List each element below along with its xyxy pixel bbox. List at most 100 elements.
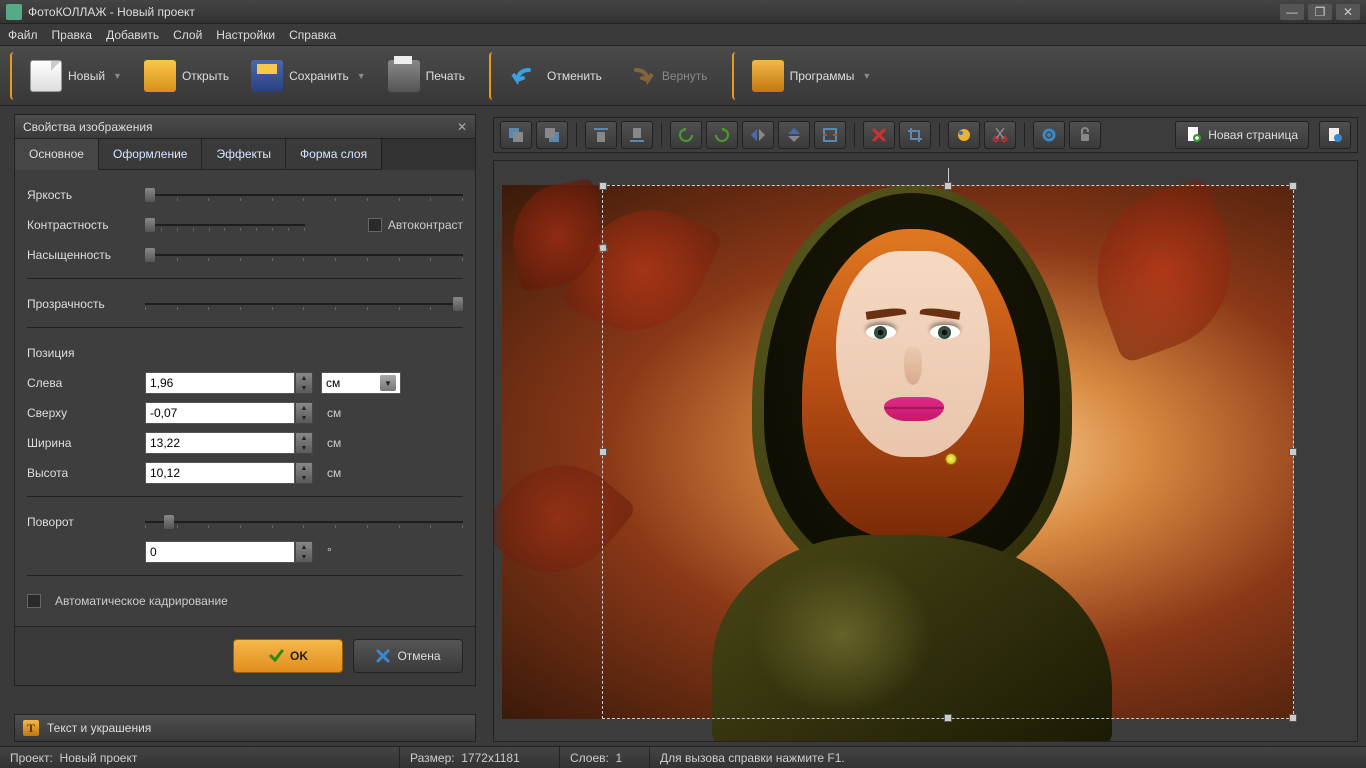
tab-design[interactable]: Оформление	[99, 139, 202, 170]
saturation-slider[interactable]	[145, 246, 463, 264]
resize-handle[interactable]	[599, 448, 607, 456]
resize-handle[interactable]	[598, 243, 607, 252]
brightness-label: Яркость	[27, 188, 137, 202]
flip-horizontal-button[interactable]	[742, 121, 774, 149]
contrast-label: Контрастность	[27, 218, 137, 232]
tab-main[interactable]: Основное	[15, 139, 99, 170]
panel-close-button[interactable]: ✕	[457, 120, 467, 134]
save-button[interactable]: Сохранить▼	[243, 56, 374, 96]
page-settings-button[interactable]	[1319, 121, 1351, 149]
folder-icon	[144, 60, 176, 92]
minimize-button[interactable]: —	[1280, 4, 1304, 20]
chevron-down-icon[interactable]: ▼	[113, 71, 122, 81]
print-icon	[388, 60, 420, 92]
delete-button[interactable]	[863, 121, 895, 149]
save-icon	[251, 60, 283, 92]
resize-handle[interactable]	[944, 714, 952, 722]
flip-vertical-button[interactable]	[778, 121, 810, 149]
new-button[interactable]: Новый▼	[22, 56, 130, 96]
autocrop-checkbox[interactable]	[27, 594, 41, 608]
position-label: Позиция	[27, 346, 137, 360]
spinner-arrows[interactable]: ▲▼	[295, 541, 313, 563]
menu-edit[interactable]: Правка	[52, 28, 93, 42]
titlebar: ФотоКОЛЛАЖ - Новый проект — ❐ ✕	[0, 0, 1366, 24]
lock-button[interactable]	[1069, 121, 1101, 149]
close-button[interactable]: ✕	[1336, 4, 1360, 20]
saturation-label: Насыщенность	[27, 248, 137, 262]
new-page-button[interactable]: Новая страница	[1175, 121, 1309, 149]
collage-canvas[interactable]	[502, 185, 1294, 719]
chevron-down-icon[interactable]: ▼	[862, 71, 871, 81]
rotation-input[interactable]	[145, 541, 295, 563]
box-icon	[752, 60, 784, 92]
undo-icon	[509, 60, 541, 92]
width-input[interactable]	[145, 432, 295, 454]
spinner-arrows[interactable]: ▲▼	[295, 432, 313, 454]
menu-layer[interactable]: Слой	[173, 28, 202, 42]
app-icon	[6, 4, 22, 20]
redo-icon	[624, 60, 656, 92]
action-bar: Новая страница	[493, 117, 1358, 153]
align-bottom-button[interactable]	[621, 121, 653, 149]
autocontrast-checkbox[interactable]	[368, 218, 382, 232]
resize-handle[interactable]	[1289, 714, 1297, 722]
resize-handle[interactable]	[1289, 448, 1297, 456]
window-title: ФотоКОЛЛАЖ - Новый проект	[28, 5, 1280, 19]
text-decorations-accordion[interactable]: T Текст и украшения	[14, 714, 476, 742]
menu-add[interactable]: Добавить	[106, 28, 159, 42]
open-button[interactable]: Открыть	[136, 56, 237, 96]
resize-handle[interactable]	[1289, 182, 1297, 190]
new-page-icon	[1186, 126, 1202, 144]
fit-button[interactable]	[814, 121, 846, 149]
resize-handle[interactable]	[599, 182, 607, 190]
opacity-label: Прозрачность	[27, 297, 137, 311]
bring-forward-button[interactable]	[500, 121, 532, 149]
main-toolbar: Новый▼ Открыть Сохранить▼ Печать Отменит…	[0, 46, 1366, 106]
menubar: Файл Правка Добавить Слой Настройки Спра…	[0, 24, 1366, 46]
crop-button[interactable]	[899, 121, 931, 149]
spinner-arrows[interactable]: ▲▼	[295, 402, 313, 424]
check-icon	[268, 648, 284, 664]
rotation-label: Поворот	[27, 515, 137, 529]
status-bar: Проект: Новый проект Размер: 1772x1181 С…	[0, 746, 1366, 768]
image-properties-panel: Свойства изображения ✕ Основное Оформлен…	[14, 114, 476, 686]
panel-tabs: Основное Оформление Эффекты Форма слоя	[15, 139, 475, 170]
left-input[interactable]	[145, 372, 295, 394]
resize-handle[interactable]	[944, 182, 952, 190]
menu-file[interactable]: Файл	[8, 28, 38, 42]
programs-button[interactable]: Программы▼	[744, 56, 880, 96]
chevron-down-icon[interactable]: ▼	[357, 71, 366, 81]
rotate-right-button[interactable]	[706, 121, 738, 149]
undo-button[interactable]: Отменить	[501, 56, 610, 96]
unit-select[interactable]: см▼	[321, 372, 401, 394]
height-input[interactable]	[145, 462, 295, 484]
top-input[interactable]	[145, 402, 295, 424]
opacity-slider[interactable]	[145, 295, 463, 313]
text-icon: T	[23, 720, 39, 736]
tab-effects[interactable]: Эффекты	[202, 139, 286, 170]
canvas-area[interactable]	[493, 160, 1358, 742]
cancel-button[interactable]: Отмена	[353, 639, 463, 673]
maximize-button[interactable]: ❐	[1308, 4, 1332, 20]
contrast-slider[interactable]	[145, 216, 305, 234]
tab-shape[interactable]: Форма слоя	[286, 139, 382, 170]
settings-button[interactable]	[1033, 121, 1065, 149]
ok-button[interactable]: OK	[233, 639, 343, 673]
send-backward-button[interactable]	[536, 121, 568, 149]
close-icon	[375, 648, 391, 664]
menu-settings[interactable]: Настройки	[216, 28, 275, 42]
effects-button[interactable]	[948, 121, 980, 149]
align-top-button[interactable]	[585, 121, 617, 149]
new-icon	[30, 60, 62, 92]
rotate-left-button[interactable]	[670, 121, 702, 149]
brightness-slider[interactable]	[145, 186, 463, 204]
selection-frame[interactable]	[602, 185, 1294, 719]
print-button[interactable]: Печать	[380, 56, 473, 96]
panel-titlebar[interactable]: Свойства изображения ✕	[15, 115, 475, 139]
spinner-arrows[interactable]: ▲▼	[295, 462, 313, 484]
redo-button[interactable]: Вернуть	[616, 56, 716, 96]
cut-button[interactable]	[984, 121, 1016, 149]
rotation-slider[interactable]	[145, 513, 463, 531]
spinner-arrows[interactable]: ▲▼	[295, 372, 313, 394]
menu-help[interactable]: Справка	[289, 28, 336, 42]
